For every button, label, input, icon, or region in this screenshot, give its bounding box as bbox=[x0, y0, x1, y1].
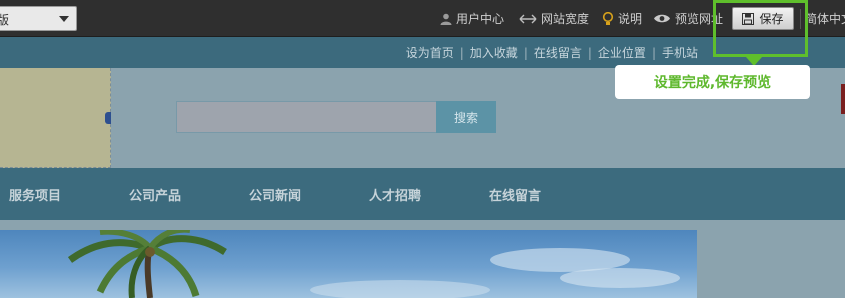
nav-item-news[interactable]: 公司新闻 bbox=[249, 168, 301, 220]
lightbulb-icon bbox=[602, 11, 614, 25]
guide-tooltip: 设置完成,保存预览 bbox=[615, 65, 810, 99]
nav-item-products[interactable]: 公司产品 bbox=[129, 168, 181, 220]
top-link-home[interactable]: 设为首页 bbox=[406, 44, 454, 61]
search-input[interactable] bbox=[176, 101, 436, 133]
site-width-label: 网站宽度 bbox=[541, 12, 590, 26]
site-width-link[interactable]: 网站宽度 bbox=[519, 0, 589, 37]
top-link-location[interactable]: 企业位置 bbox=[598, 44, 646, 61]
help-link[interactable]: 说明 bbox=[602, 0, 642, 37]
side-accent bbox=[841, 84, 845, 114]
user-icon bbox=[440, 13, 452, 25]
nav-item-services[interactable]: 服务项目 bbox=[9, 168, 61, 220]
eye-icon bbox=[654, 14, 670, 23]
top-link-separator: | bbox=[459, 45, 464, 60]
resize-horizontal-icon bbox=[519, 14, 537, 23]
main-nav: 服务项目 公司产品 公司新闻 人才招聘 在线留言 bbox=[0, 168, 845, 220]
top-links: 设为首页 | 加入收藏 | 在线留言 | 企业位置 | 手机站 bbox=[406, 37, 698, 68]
help-label: 说明 bbox=[618, 12, 643, 26]
chevron-down-icon bbox=[59, 16, 69, 22]
top-link-separator: | bbox=[523, 45, 528, 60]
banner-area bbox=[0, 220, 845, 298]
banner-image bbox=[0, 230, 697, 298]
language-label: 简体中文 bbox=[805, 12, 845, 26]
logo-resize-handle[interactable] bbox=[105, 112, 111, 124]
palm-tree-illustration bbox=[67, 230, 680, 298]
top-link-mobile[interactable]: 手机站 bbox=[662, 44, 698, 61]
user-center-label: 用户中心 bbox=[456, 12, 505, 26]
nav-item-jobs[interactable]: 人才招聘 bbox=[369, 168, 421, 220]
top-link-favorite[interactable]: 加入收藏 bbox=[470, 44, 518, 61]
nav-item-message[interactable]: 在线留言 bbox=[489, 168, 541, 220]
language-select[interactable]: 简体中文 bbox=[805, 0, 845, 37]
search-button[interactable]: 搜索 bbox=[436, 101, 496, 133]
template-select-value: 版 bbox=[0, 13, 10, 27]
top-link-separator: | bbox=[651, 45, 656, 60]
save-highlight-frame bbox=[713, 0, 808, 57]
top-link-message[interactable]: 在线留言 bbox=[534, 44, 582, 61]
top-link-separator: | bbox=[587, 45, 592, 60]
template-select[interactable]: 版 bbox=[0, 6, 77, 31]
user-center-link[interactable]: 用户中心 bbox=[440, 0, 504, 37]
logo-placeholder[interactable] bbox=[0, 68, 111, 168]
